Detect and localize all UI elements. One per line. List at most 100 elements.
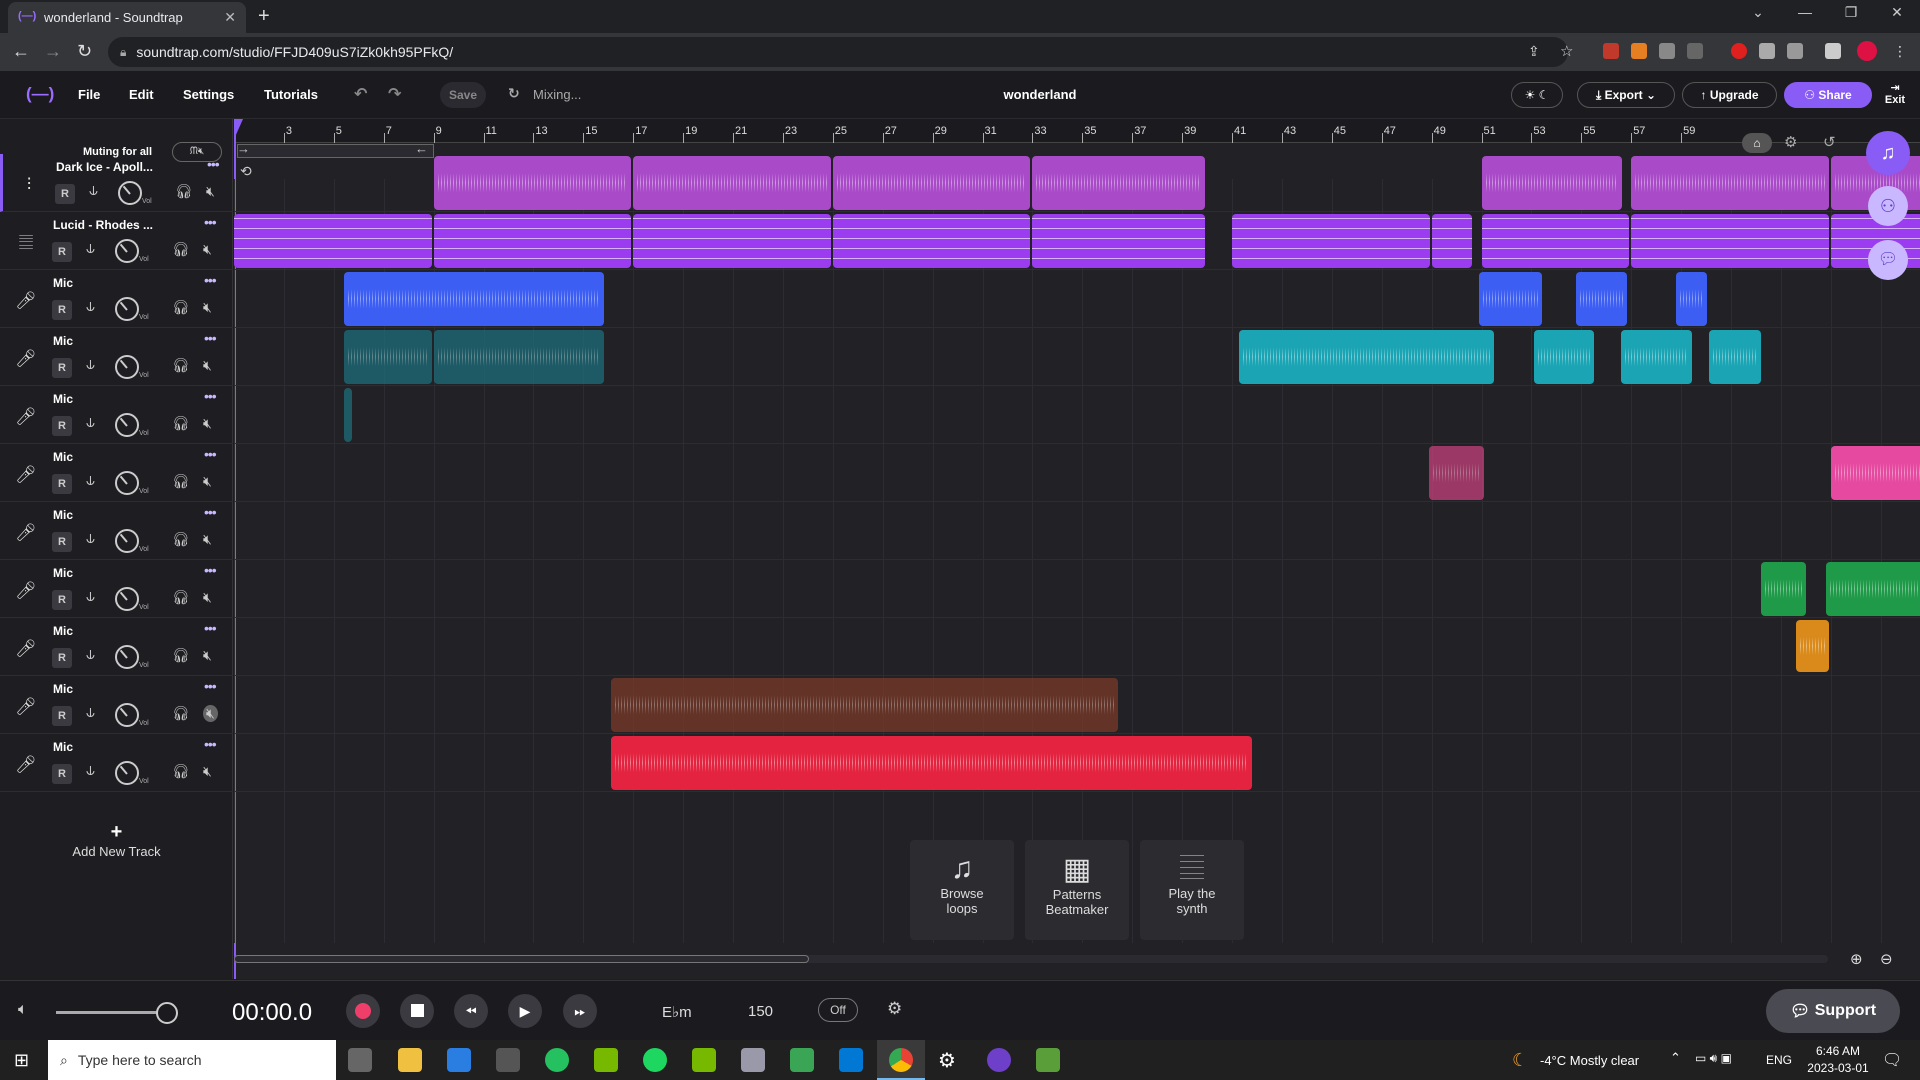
mute-icon[interactable]: 🔇︎ (206, 183, 215, 200)
audio-clip[interactable] (1621, 330, 1692, 384)
track-name[interactable]: Lucid - Rhodes ... (53, 218, 173, 232)
record-arm-button[interactable]: R (52, 532, 72, 552)
clock-date[interactable]: 2023-03-01 (1804, 1061, 1872, 1075)
mail-icon[interactable] (447, 1048, 471, 1072)
record-arm-button[interactable]: R (52, 300, 72, 320)
audio-clip[interactable] (1032, 156, 1206, 210)
solo-headphones-icon[interactable]: 🎧︎ (172, 647, 190, 664)
soundtrap-logo-icon[interactable]: (—) (26, 84, 54, 104)
mute-icon[interactable]: 🔇︎ (203, 647, 212, 664)
track-lane-9[interactable] (234, 676, 1920, 734)
effects-icon[interactable]: ⫝ (86, 530, 95, 547)
volume-knob[interactable] (115, 587, 139, 611)
instruments-panel-icon[interactable]: ♫ (1866, 131, 1910, 175)
github-icon[interactable] (987, 1048, 1011, 1072)
app-icon[interactable] (790, 1048, 814, 1072)
track-lane-10[interactable] (234, 734, 1920, 792)
track-header-7[interactable]: 🎤︎ Mic ••• R ⫝ Vol 🎧︎ 🔇︎ (0, 560, 233, 618)
track-lane-7[interactable] (234, 560, 1920, 618)
solo-headphones-icon[interactable]: 🎧︎ (172, 357, 190, 374)
record-arm-button[interactable]: R (52, 358, 72, 378)
restore-icon[interactable]: ❐ (1831, 4, 1871, 21)
track-settings-icon[interactable]: ⚙ (1784, 133, 1797, 151)
app-icon[interactable] (496, 1048, 520, 1072)
patterns-beatmaker-button[interactable]: ▦ Patterns Beatmaker (1025, 840, 1129, 940)
effects-icon[interactable]: ⫝ (86, 762, 95, 779)
audio-clip[interactable] (343, 272, 604, 326)
record-arm-button[interactable]: R (52, 474, 72, 494)
record-arm-button[interactable]: R (52, 706, 72, 726)
share-button[interactable]: ⚇ Share (1784, 82, 1872, 108)
play-button[interactable]: ▶ (508, 994, 542, 1028)
task-view-icon[interactable] (348, 1048, 372, 1072)
track-more-icon[interactable]: ••• (204, 388, 217, 404)
browser-menu-icon[interactable]: ⋮ (1893, 43, 1907, 60)
tray-chevron-icon[interactable]: ⌃ (1670, 1050, 1681, 1066)
menu-file[interactable]: File (78, 87, 100, 102)
save-button[interactable]: Save (440, 82, 486, 108)
url-field[interactable]: 🔒︎ soundtrap.com/studio/FFJD409uS7iZk0kh… (108, 37, 1568, 67)
menu-tutorials[interactable]: Tutorials (264, 87, 318, 102)
effects-icon[interactable]: ⫝ (86, 414, 95, 431)
add-new-track-button[interactable]: + Add New Track (0, 821, 233, 881)
midi-clip[interactable] (1032, 214, 1206, 268)
audio-clip[interactable] (1429, 446, 1485, 500)
audio-clip[interactable] (1533, 330, 1595, 384)
track-more-icon[interactable]: ••• (207, 156, 220, 172)
solo-headphones-icon[interactable]: 🎧︎ (172, 473, 190, 490)
volume-slider-handle[interactable] (156, 1002, 178, 1024)
mute-icon[interactable]: 🔇︎ (203, 357, 212, 374)
chrome-taskbar-item[interactable] (877, 1040, 925, 1080)
track-header-1[interactable]: 𝄚 Lucid - Rhodes ... ••• R ⫝ Vol 🎧︎ 🔇︎ (0, 212, 233, 270)
mute-icon[interactable]: 🔇︎ (203, 473, 212, 490)
solo-headphones-icon[interactable]: 🎧︎ (172, 705, 190, 722)
midi-clip[interactable] (1631, 214, 1829, 268)
solo-headphones-icon[interactable]: 🎧︎ (172, 531, 190, 548)
track-header-3[interactable]: 🎤︎ Mic ••• R ⫝ Vol 🎧︎ 🔇︎ (0, 328, 233, 386)
taskbar-search-box[interactable]: ⌕ Type here to search (48, 1040, 336, 1080)
volume-knob[interactable] (115, 471, 139, 495)
solo-headphones-icon[interactable]: 🎧︎ (172, 589, 190, 606)
audio-clip[interactable] (1479, 272, 1542, 326)
stop-button[interactable] (400, 994, 434, 1028)
play-synth-button[interactable]: 𝄚 Play the synth (1140, 840, 1244, 940)
new-tab-icon[interactable]: + (258, 5, 270, 28)
audio-clip[interactable] (610, 736, 1253, 790)
midi-clip[interactable] (1232, 214, 1430, 268)
tempo-display[interactable]: 150 (748, 1003, 773, 1020)
effects-icon[interactable]: ⫝ (86, 240, 95, 257)
menu-settings[interactable]: Settings (183, 87, 234, 102)
solo-headphones-icon[interactable]: 🎧︎ (172, 763, 190, 780)
mute-icon[interactable]: 🔇︎ (203, 531, 212, 548)
effects-icon[interactable]: ⫝ (86, 588, 95, 605)
midi-clip[interactable] (832, 214, 1031, 268)
mute-icon[interactable]: 🔇︎ (203, 589, 212, 606)
exit-button[interactable]: ⇥ Exit (1880, 81, 1910, 106)
midi-clip[interactable] (433, 214, 632, 268)
close-tab-icon[interactable]: ✕ (224, 9, 236, 26)
support-button[interactable]: 💬︎ Support (1766, 989, 1900, 1033)
file-explorer-icon[interactable] (398, 1048, 422, 1072)
track-name[interactable]: Dark Ice - Apoll... (56, 160, 176, 174)
audio-clip[interactable] (1795, 620, 1829, 672)
audio-clip[interactable] (1631, 156, 1829, 210)
minecraft-icon[interactable] (1036, 1048, 1060, 1072)
rewind-button[interactable]: ⏪︎ (454, 994, 488, 1028)
tray-icons[interactable]: ▭ 🔊︎ ▣ (1695, 1051, 1732, 1066)
record-arm-button[interactable]: R (52, 648, 72, 668)
track-header-0[interactable]: ⫶ Dark Ice - Apoll... ••• R ⫝ Vol 🎧︎ 🔇︎ (0, 154, 233, 212)
side-panel-icon[interactable] (1825, 43, 1841, 59)
horizontal-scrollbar[interactable] (234, 955, 1828, 963)
track-name[interactable]: Mic (53, 508, 173, 522)
mute-icon[interactable]: 🔇︎ (203, 299, 212, 316)
menu-edit[interactable]: Edit (129, 87, 154, 102)
audio-clip[interactable] (633, 156, 831, 210)
audio-clip[interactable] (433, 330, 604, 384)
track-header-6[interactable]: 🎤︎ Mic ••• R ⫝ Vol 🎧︎ 🔇︎ (0, 502, 233, 560)
store-icon[interactable] (839, 1048, 863, 1072)
record-button[interactable] (346, 994, 380, 1028)
master-volume-slider[interactable] (56, 1011, 166, 1014)
timeline-ruler[interactable]: 3 5 7 9 11 13 15 17 19 21 23 25 27 29 31 33 35 37 39 41 43 45… (234, 119, 1920, 143)
forward-icon[interactable]: → (44, 41, 62, 62)
effects-icon[interactable]: ⫝ (89, 182, 98, 199)
